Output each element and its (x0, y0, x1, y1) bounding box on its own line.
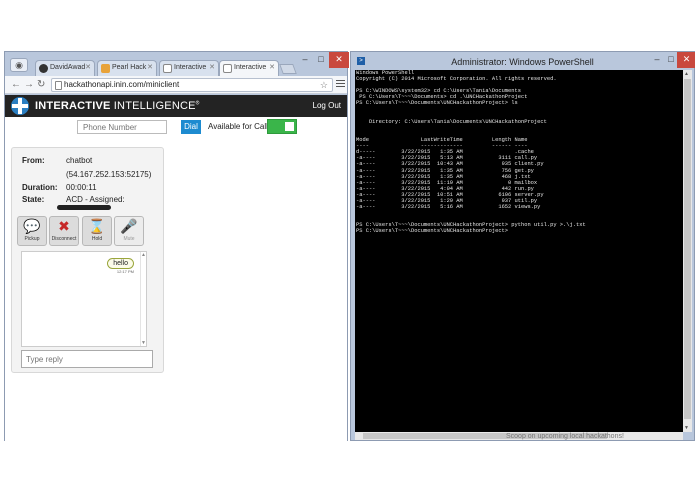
chat-transcript[interactable]: hello 12:17 PM ▲ ▼ (21, 251, 147, 347)
dial-bar: Dial Available for Calls (5, 117, 347, 139)
logout-link[interactable]: Log Out (313, 101, 341, 110)
tab-pearl-hacks[interactable]: Pearl Hack ✕ (97, 60, 157, 76)
page-icon (55, 81, 62, 90)
microphone-icon: 🎤 (120, 218, 138, 234)
mute-button[interactable]: 🎤 Mute (114, 216, 144, 246)
scroll-down-icon[interactable]: ▼ (141, 340, 146, 346)
from-value: chatbot (66, 156, 93, 165)
minimize-button[interactable]: – (650, 52, 664, 68)
reload-icon[interactable]: ↻ (37, 79, 45, 90)
duration-value: 00:00:11 (66, 183, 97, 192)
chat-scrollbar[interactable]: ▲ ▼ (140, 252, 146, 346)
available-label: Available for Calls (208, 122, 272, 131)
back-icon[interactable]: ← (11, 79, 21, 90)
close-window-button[interactable]: ✕ (329, 52, 349, 68)
redacted-scribble (57, 205, 111, 210)
window-title: Administrator: Windows PowerShell (451, 57, 594, 67)
brand-name: INTERACTIVE INTELLIGENCE® (35, 100, 200, 112)
github-icon (39, 64, 48, 73)
from-ip: (54.167.252.153:52175) (66, 170, 152, 179)
page-icon (163, 64, 172, 73)
maximize-button[interactable]: □ (664, 52, 678, 68)
close-tab-icon[interactable]: ✕ (147, 63, 153, 71)
desktop: ◉ DavidAwad ✕ Pearl Hack ✕ Interactive ✕… (0, 0, 695, 494)
tab-label: DavidAwad (50, 64, 86, 71)
tab-strip: ◉ DavidAwad ✕ Pearl Hack ✕ Interactive ✕… (5, 52, 349, 76)
scroll-up-icon[interactable]: ▲ (684, 71, 689, 77)
page-icon (223, 64, 232, 73)
available-toggle[interactable] (267, 119, 297, 134)
state-label: State: (22, 195, 45, 204)
pearl-hacks-icon (101, 64, 110, 73)
minimize-button[interactable]: – (297, 52, 313, 68)
scroll-down-icon[interactable]: ▼ (684, 425, 689, 431)
interactive-intelligence-logo-icon (11, 97, 29, 115)
forward-icon[interactable]: → (24, 79, 34, 90)
scroll-thumb[interactable] (684, 79, 691, 419)
pickup-button[interactable]: 💬 Pickup (17, 216, 47, 246)
console-output[interactable]: Windows PowerShell Copyright (C) 2014 Mi… (355, 70, 683, 432)
url-text: hackathonapi.inin.com/miniclient (64, 80, 180, 89)
toggle-knob (285, 122, 294, 131)
tab-label: Pearl Hack (112, 64, 147, 71)
vertical-scrollbar[interactable]: ▲ ▼ (683, 70, 692, 432)
tab-label: Interactive (234, 64, 267, 71)
close-tab-icon[interactable]: ✕ (85, 63, 91, 71)
background-page-text: Scoop on upcoming local hackathons! (506, 433, 624, 440)
disconnect-button[interactable]: ✖ Disconnect (49, 216, 79, 246)
browser-menu-icon[interactable] (336, 80, 345, 89)
state-value: ACD - Assigned: (66, 195, 125, 204)
close-tab-icon[interactable]: ✕ (269, 63, 275, 71)
close-tab-icon[interactable]: ✕ (209, 63, 215, 71)
bookmark-star-icon[interactable]: ☆ (320, 79, 328, 91)
duration-label: Duration: (22, 183, 58, 192)
chat-timestamp: 12:17 PM (116, 269, 134, 274)
from-label: From: (22, 156, 45, 165)
powershell-titlebar[interactable]: > Administrator: Windows PowerShell – □ … (351, 52, 695, 70)
hourglass-icon: ⌛ (88, 218, 106, 234)
hold-button[interactable]: ⌛ Hold (82, 216, 112, 246)
reply-input[interactable] (21, 350, 153, 368)
tab-interactive-1[interactable]: Interactive ✕ (159, 60, 219, 76)
tab-interactive-active[interactable]: Interactive ✕ (219, 60, 279, 76)
disconnect-icon: ✖ (58, 218, 70, 234)
powershell-window: > Administrator: Windows PowerShell – □ … (350, 51, 695, 441)
site-header: INTERACTIVE INTELLIGENCE® Log Out (5, 95, 347, 117)
chrome-profile-icon[interactable]: ◉ (10, 58, 28, 72)
browser-window: ◉ DavidAwad ✕ Pearl Hack ✕ Interactive ✕… (4, 51, 349, 441)
dial-button[interactable]: Dial (181, 120, 201, 134)
tab-label: Interactive (174, 64, 207, 71)
close-window-button[interactable]: ✕ (677, 52, 695, 68)
chat-bubble-icon: 💬 (23, 218, 41, 234)
scroll-up-icon[interactable]: ▲ (141, 252, 146, 258)
console-text: Windows PowerShell Copyright (C) 2014 Mi… (356, 70, 586, 235)
tab-davidawad[interactable]: DavidAwad ✕ (35, 60, 95, 76)
new-tab-button[interactable] (279, 64, 297, 74)
maximize-button[interactable]: □ (313, 52, 329, 68)
page-viewport: INTERACTIVE INTELLIGENCE® Log Out Dial A… (5, 95, 347, 441)
phone-number-input[interactable] (77, 120, 167, 134)
browser-toolbar: ← → ↻ hackathonapi.inin.com/miniclient ☆ (5, 76, 347, 94)
address-bar[interactable]: hackathonapi.inin.com/miniclient ☆ (51, 78, 333, 92)
chat-message: hello (107, 258, 134, 269)
